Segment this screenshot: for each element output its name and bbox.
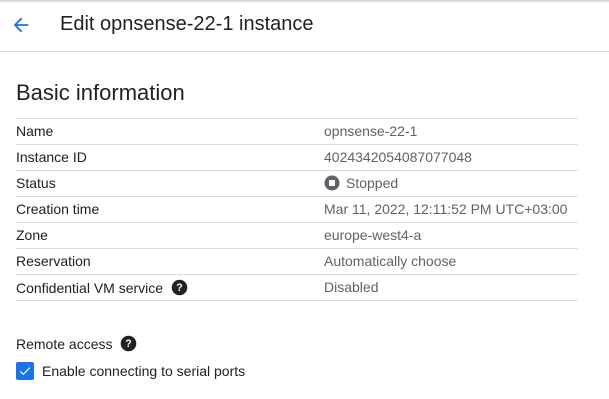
serial-ports-checkbox-label[interactable]: Enable connecting to serial ports bbox=[42, 363, 245, 379]
arrow-back-icon bbox=[13, 17, 29, 33]
info-row-zone: Zone europe-west4-a bbox=[16, 223, 578, 249]
info-label: Creation time bbox=[16, 201, 100, 217]
section-title-basic-information: Basic information bbox=[16, 80, 185, 105]
svg-text:?: ? bbox=[126, 338, 132, 350]
svg-text:?: ? bbox=[176, 282, 182, 294]
info-value: opnsense-22-1 bbox=[324, 123, 418, 139]
page-title: Edit opnsense-22-1 instance bbox=[60, 13, 314, 35]
info-label: Confidential VM service ? bbox=[16, 279, 188, 296]
remote-access-label: Remote access ? bbox=[16, 335, 137, 352]
info-value: Automatically choose bbox=[324, 253, 457, 269]
info-row-reservation: Reservation Automatically choose bbox=[16, 249, 578, 275]
info-value: Stopped bbox=[324, 175, 398, 191]
info-label: Name bbox=[16, 123, 54, 139]
info-value: Mar 11, 2022, 12:11:52 PM UTC+03:00 bbox=[324, 201, 568, 217]
info-row-status: Status Stopped bbox=[16, 171, 578, 197]
serial-ports-checkbox-row[interactable]: Enable connecting to serial ports bbox=[16, 362, 245, 380]
back-button[interactable] bbox=[8, 12, 34, 38]
help-icon[interactable]: ? bbox=[120, 335, 137, 352]
info-label: Reservation bbox=[16, 253, 91, 269]
info-value: Disabled bbox=[324, 279, 379, 295]
info-row-instance-id: Instance ID 4024342054087077048 bbox=[16, 145, 578, 171]
info-label: Status bbox=[16, 175, 56, 191]
info-row-creation-time: Creation time Mar 11, 2022, 12:11:52 PM … bbox=[16, 197, 578, 223]
stopped-status-icon bbox=[324, 175, 340, 191]
serial-ports-checkbox[interactable] bbox=[16, 362, 34, 380]
info-row-name: Name opnsense-22-1 bbox=[16, 119, 578, 145]
help-icon[interactable]: ? bbox=[171, 279, 188, 296]
check-icon bbox=[19, 367, 31, 376]
info-value: 4024342054087077048 bbox=[324, 149, 472, 165]
info-label: Instance ID bbox=[16, 149, 87, 165]
info-value: europe-west4-a bbox=[324, 227, 422, 243]
basic-info-table: Name opnsense-22-1 Instance ID 402434205… bbox=[16, 118, 578, 301]
page-header: Edit opnsense-22-1 instance bbox=[0, 0, 609, 52]
top-shadow bbox=[0, 0, 609, 3]
info-label: Zone bbox=[16, 227, 48, 243]
info-row-confidential-vm: Confidential VM service ? Disabled bbox=[16, 275, 578, 301]
